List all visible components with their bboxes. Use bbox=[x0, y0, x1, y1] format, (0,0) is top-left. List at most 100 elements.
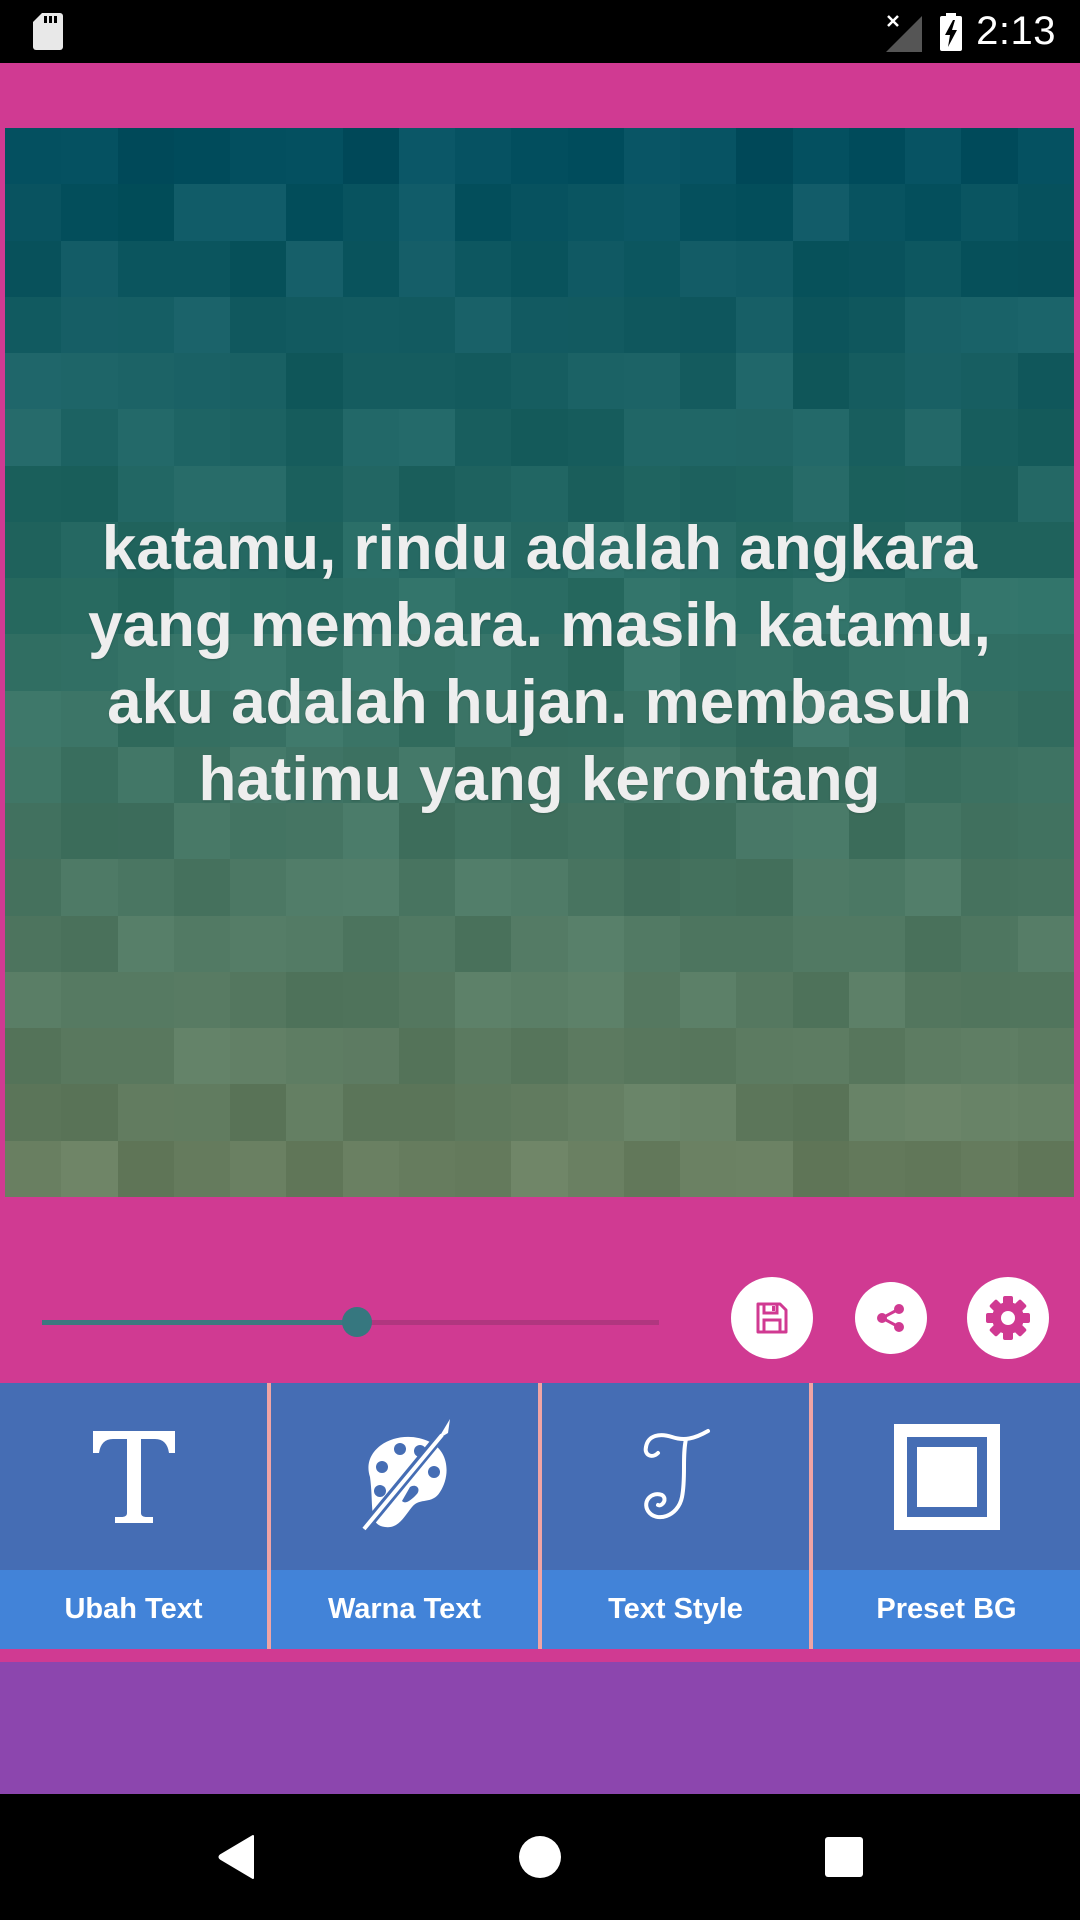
tool-preset-bg[interactable]: Preset BG bbox=[813, 1383, 1080, 1649]
mosaic-tile bbox=[117, 1140, 174, 1197]
mosaic-tile bbox=[1017, 465, 1074, 522]
mosaic-tile bbox=[680, 353, 737, 410]
mosaic-tile bbox=[961, 1084, 1018, 1141]
home-button[interactable] bbox=[515, 1832, 565, 1882]
mosaic-tile bbox=[792, 353, 849, 410]
mosaic-tile bbox=[905, 128, 962, 185]
footer-area bbox=[0, 1662, 1080, 1794]
mosaic-tile bbox=[623, 240, 681, 297]
mosaic-tile bbox=[342, 184, 399, 241]
mosaic-tile bbox=[680, 1140, 737, 1197]
mosaic-tile bbox=[61, 296, 118, 354]
mosaic-tile bbox=[736, 184, 793, 241]
mosaic-tile bbox=[511, 353, 568, 410]
mosaic-tile bbox=[173, 1028, 231, 1085]
mosaic-tile bbox=[736, 1084, 793, 1141]
mosaic-tile bbox=[567, 240, 624, 297]
mosaic-tile bbox=[5, 1140, 62, 1197]
share-icon bbox=[877, 1304, 904, 1332]
mosaic-tile bbox=[792, 1140, 849, 1197]
mosaic-tile bbox=[1017, 634, 1074, 691]
mosaic-tile bbox=[398, 409, 456, 466]
mosaic-tile bbox=[286, 296, 343, 354]
mosaic-tile bbox=[848, 128, 906, 185]
mosaic-tile bbox=[905, 409, 962, 466]
mosaic-tile bbox=[173, 240, 231, 297]
mosaic-tile bbox=[680, 296, 737, 354]
mosaic-tile bbox=[511, 128, 568, 185]
mosaic-tile bbox=[736, 859, 793, 916]
mosaic-tile bbox=[5, 465, 62, 522]
mosaic-tile bbox=[623, 915, 681, 972]
mosaic-tile bbox=[680, 184, 737, 241]
mosaic-tile bbox=[511, 1140, 568, 1197]
mosaic-tile bbox=[567, 409, 624, 466]
mosaic-tile bbox=[736, 128, 793, 185]
recents-button[interactable] bbox=[819, 1832, 869, 1882]
mosaic-tile bbox=[848, 859, 906, 916]
home-icon bbox=[519, 1836, 561, 1878]
app-screen: katamu, rindu adalah angkara yang membar… bbox=[0, 63, 1080, 1794]
mosaic-tile bbox=[455, 296, 512, 354]
mosaic-tile bbox=[1017, 578, 1074, 635]
mosaic-tile bbox=[286, 353, 343, 410]
mosaic-tile bbox=[173, 915, 231, 972]
mosaic-tile bbox=[5, 578, 62, 635]
quote-canvas[interactable]: katamu, rindu adalah angkara yang membar… bbox=[5, 128, 1074, 1197]
mosaic-tile bbox=[173, 296, 231, 354]
mosaic-tile bbox=[905, 1140, 962, 1197]
mosaic-tile bbox=[848, 1084, 906, 1141]
text-size-slider[interactable] bbox=[42, 1302, 659, 1342]
mosaic-tile bbox=[286, 915, 343, 972]
mosaic-tile bbox=[961, 915, 1018, 972]
share-button[interactable] bbox=[855, 1282, 927, 1354]
mosaic-tile bbox=[623, 859, 681, 916]
mosaic-tile bbox=[117, 184, 174, 241]
gear-icon bbox=[986, 1296, 1030, 1340]
mosaic-tile bbox=[398, 353, 456, 410]
mosaic-tile bbox=[680, 240, 737, 297]
settings-button[interactable] bbox=[967, 1277, 1049, 1359]
mosaic-tile bbox=[680, 1084, 737, 1141]
tool-label: Text Style bbox=[542, 1570, 809, 1649]
mosaic-tile bbox=[5, 690, 62, 747]
mosaic-tile bbox=[511, 915, 568, 972]
tool-warna-text[interactable]: Warna Text bbox=[271, 1383, 538, 1649]
mosaic-tile bbox=[230, 184, 287, 241]
save-button[interactable] bbox=[731, 1277, 813, 1359]
mosaic-tile bbox=[61, 240, 118, 297]
mosaic-tile bbox=[736, 296, 793, 354]
mosaic-tile bbox=[5, 409, 62, 466]
mosaic-tile bbox=[567, 859, 624, 916]
mosaic-tile bbox=[736, 971, 793, 1029]
mosaic-tile bbox=[61, 1140, 118, 1197]
mosaic-tile bbox=[117, 128, 174, 185]
slider-thumb[interactable] bbox=[341, 1307, 372, 1337]
mosaic-tile bbox=[230, 128, 287, 185]
mosaic-tile bbox=[5, 521, 62, 579]
mosaic-tile bbox=[961, 240, 1018, 297]
tool-text-style[interactable]: Text Style bbox=[542, 1383, 809, 1649]
mosaic-tile bbox=[511, 296, 568, 354]
mosaic-tile bbox=[680, 128, 737, 185]
mosaic-tile bbox=[961, 859, 1018, 916]
back-button[interactable] bbox=[212, 1832, 262, 1882]
mosaic-tile bbox=[567, 353, 624, 410]
mosaic-tile bbox=[286, 1084, 343, 1141]
mosaic-tile bbox=[61, 353, 118, 410]
mosaic-tile bbox=[455, 353, 512, 410]
tool-ubah-text[interactable]: Ubah Text bbox=[0, 1383, 267, 1649]
mosaic-tile bbox=[848, 296, 906, 354]
mosaic-tile bbox=[961, 353, 1018, 410]
mosaic-tile bbox=[230, 240, 287, 297]
mosaic-tile bbox=[230, 1028, 287, 1085]
mosaic-tile bbox=[5, 1084, 62, 1141]
mosaic-tile bbox=[848, 971, 906, 1029]
mosaic-tile bbox=[567, 184, 624, 241]
quote-text[interactable]: katamu, rindu adalah angkara yang membar… bbox=[65, 510, 1014, 818]
recents-icon bbox=[825, 1837, 863, 1877]
mosaic-tile bbox=[61, 184, 118, 241]
mosaic-tile bbox=[342, 915, 399, 972]
mosaic-tile bbox=[792, 1028, 849, 1085]
mosaic-tile bbox=[1017, 240, 1074, 297]
